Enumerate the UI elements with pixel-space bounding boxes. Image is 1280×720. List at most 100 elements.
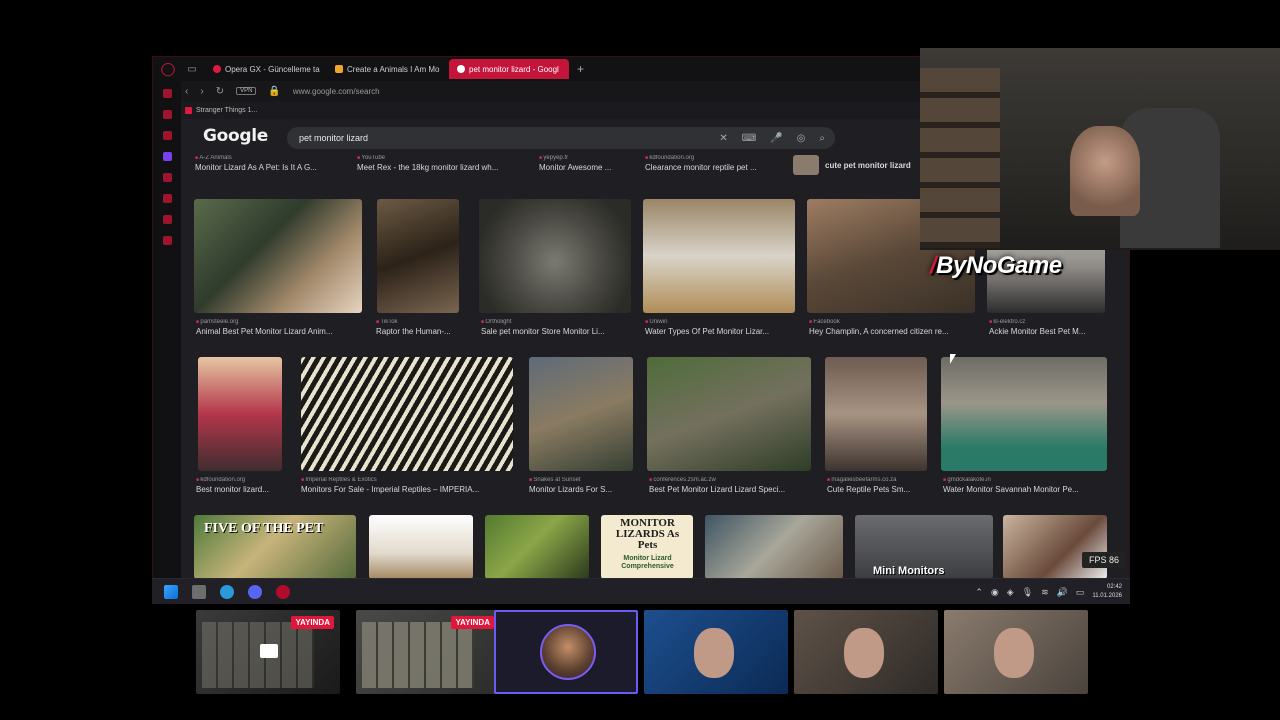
tab-create-animals[interactable]: Create a Animals I Am Mo [327,59,447,79]
bookmark-item[interactable]: Stranger Things 1... [196,107,257,114]
result-caption[interactable]: yepyep.fr Monitor Awesome ... [539,155,633,172]
book-cover-subtitle: Monitor Lizard Comprehensive [621,555,674,570]
result-image[interactable] [479,199,631,313]
mic-icon[interactable]: 🎤 [770,133,782,144]
result-caption[interactable]: kl-elektro.cz Ackie Monitor Best Pet M..… [989,319,1109,336]
result-caption[interactable]: YouTube Meet Rex - the 18kg monitor liza… [357,155,527,172]
reload-icon[interactable]: ↻ [216,86,224,97]
participant-tile-avatar[interactable] [494,610,638,694]
result-caption[interactable]: A-Z Animals Monitor Lizard As A Pet: Is … [195,155,345,172]
result-title: Water Monitor Savannah Monitor Pe... [943,485,1079,494]
participant-face [694,628,734,678]
result-title: Cute Reptile Pets Sm... [827,485,911,494]
sidebar-home-icon[interactable] [162,89,172,98]
url-field[interactable]: www.google.com/search [293,87,380,96]
participant-tile-screen[interactable]: YAYINDA [356,610,500,694]
clear-icon[interactable]: ✕ [719,133,727,144]
tab-google-search[interactable]: pet monitor lizard - Googl [449,59,569,79]
result-caption[interactable]: Facebook Hey Champlin, A concerned citiz… [809,319,979,336]
screen-share-preview [362,622,474,688]
wifi-icon[interactable]: ≋ [1041,587,1049,598]
mic-icon[interactable]: 🎙 [1022,587,1033,598]
tray-app-icon[interactable]: ◈ [1007,587,1014,598]
result-title: Clearance monitor reptile pet ... [645,163,757,172]
forward-icon[interactable]: › [200,86,203,97]
tab-opera-update[interactable]: Opera GX - Güncelleme ta [205,59,325,79]
battery-icon[interactable]: ▭ [1076,587,1085,598]
result-caption[interactable]: Imperial Reptiles & Exotics Monitors For… [301,477,517,494]
windows-start-icon[interactable] [164,584,178,599]
result-image[interactable] [941,357,1107,471]
result-image[interactable] [643,199,795,313]
participant-tile-video[interactable] [794,610,938,694]
tray-clock[interactable]: 02:42 11.01.2026 [1092,583,1122,601]
file-explorer-icon[interactable] [192,584,206,599]
result-caption[interactable]: Ortholight Sale pet monitor Store Monito… [481,319,631,336]
discord-icon[interactable] [248,584,262,599]
opera-gx-icon[interactable] [276,584,290,599]
result-image[interactable] [647,357,811,471]
sidebar-bag-icon[interactable] [162,110,172,119]
result-caption[interactable]: Snakes at Sunset Monitor Lizards For S..… [529,477,639,494]
result-image[interactable] [194,199,362,313]
result-image[interactable] [485,515,589,579]
participant-tile-video[interactable] [644,610,788,694]
tray-app-icon[interactable]: ◉ [991,587,999,598]
back-icon[interactable]: ‹ [185,86,188,97]
sidebar-messenger-icon[interactable] [162,131,172,140]
sidebar-history-icon[interactable] [162,173,172,182]
result-source: conferences.zsm.ac.zw [649,477,817,483]
sidebar-twitch-icon[interactable] [162,152,172,161]
result-caption[interactable]: pamsteele.org Animal Best Pet Monitor Li… [196,319,366,336]
chevron-up-icon[interactable]: ⌃ [975,587,983,598]
tab-switcher-icon[interactable]: ▭ [183,60,201,78]
result-image[interactable] [369,515,473,579]
search-icon[interactable]: ⌕ [819,133,825,144]
participant-tile-screen[interactable]: YAYINDA [196,610,340,694]
result-caption[interactable]: Uniwin Water Types Of Pet Monitor Lizar.… [645,319,795,336]
participant-tile-video[interactable] [944,610,1088,694]
result-caption[interactable]: gmdckalakote.in Water Monitor Savannah M… [943,477,1109,494]
result-image[interactable] [1003,515,1107,579]
result-caption[interactable]: kdfoundation.org Best monitor lizard... [196,477,292,494]
opera-logo-icon[interactable]: ◯ [153,57,183,81]
result-source: A-Z Animals [195,155,345,161]
sidebar-cube-icon[interactable] [162,215,172,224]
fps-counter: FPS 86 [1082,552,1126,568]
result-image[interactable] [198,357,282,471]
result-caption[interactable]: TikTok Raptor the Human-... [376,319,468,336]
new-tab-icon[interactable]: + [577,62,584,76]
vpn-badge[interactable]: VPN [236,87,257,95]
result-source: TikTok [376,319,468,325]
result-image[interactable] [377,199,459,313]
result-image[interactable] [529,357,633,471]
streamer-webcam [920,48,1280,250]
lens-icon[interactable]: ◎ [797,133,806,144]
webcam-person [1070,126,1140,216]
stream-stage: ◯ ▭ Opera GX - Güncelleme ta Create a An… [0,0,1280,720]
result-image[interactable] [301,357,513,471]
result-caption[interactable]: kdfoundation.org Clearance monitor repti… [645,155,795,172]
result-caption[interactable]: magaliesbeefarms.co.za Cute Reptile Pets… [827,477,933,494]
search-input[interactable]: pet monitor lizard ✕ ⌨ 🎤 ◎ ⌕ [287,127,835,149]
result-caption[interactable]: conferences.zsm.ac.zw Best Pet Monitor L… [649,477,817,494]
webcam-shelf [920,68,1000,248]
result-title: Sale pet monitor Store Monitor Li... [481,327,605,336]
result-image[interactable]: MONITOR LIZARDS As Pets Monitor Lizard C… [601,515,693,579]
volume-icon[interactable]: 🔊 [1057,587,1068,598]
result-image[interactable]: Mini Monitors [855,515,993,579]
result-image[interactable]: FIVE OF THE PET [194,515,356,579]
search-query[interactable]: pet monitor lizard [299,133,368,143]
sidebar-clock-icon[interactable] [162,194,172,203]
opera-favicon-icon [213,65,221,73]
bookmark-favicon-icon [185,106,192,114]
sidebar-settings-icon[interactable] [162,236,172,245]
result-source: kdfoundation.org [645,155,795,161]
result-image[interactable] [825,357,927,471]
result-image[interactable] [705,515,843,579]
keyboard-icon[interactable]: ⌨ [742,133,756,144]
monitor-icon [260,644,278,658]
result-title: Monitor Lizard As A Pet: Is It A G... [195,163,317,172]
app-icon[interactable] [220,584,234,599]
google-logo[interactable]: Google [203,126,268,146]
